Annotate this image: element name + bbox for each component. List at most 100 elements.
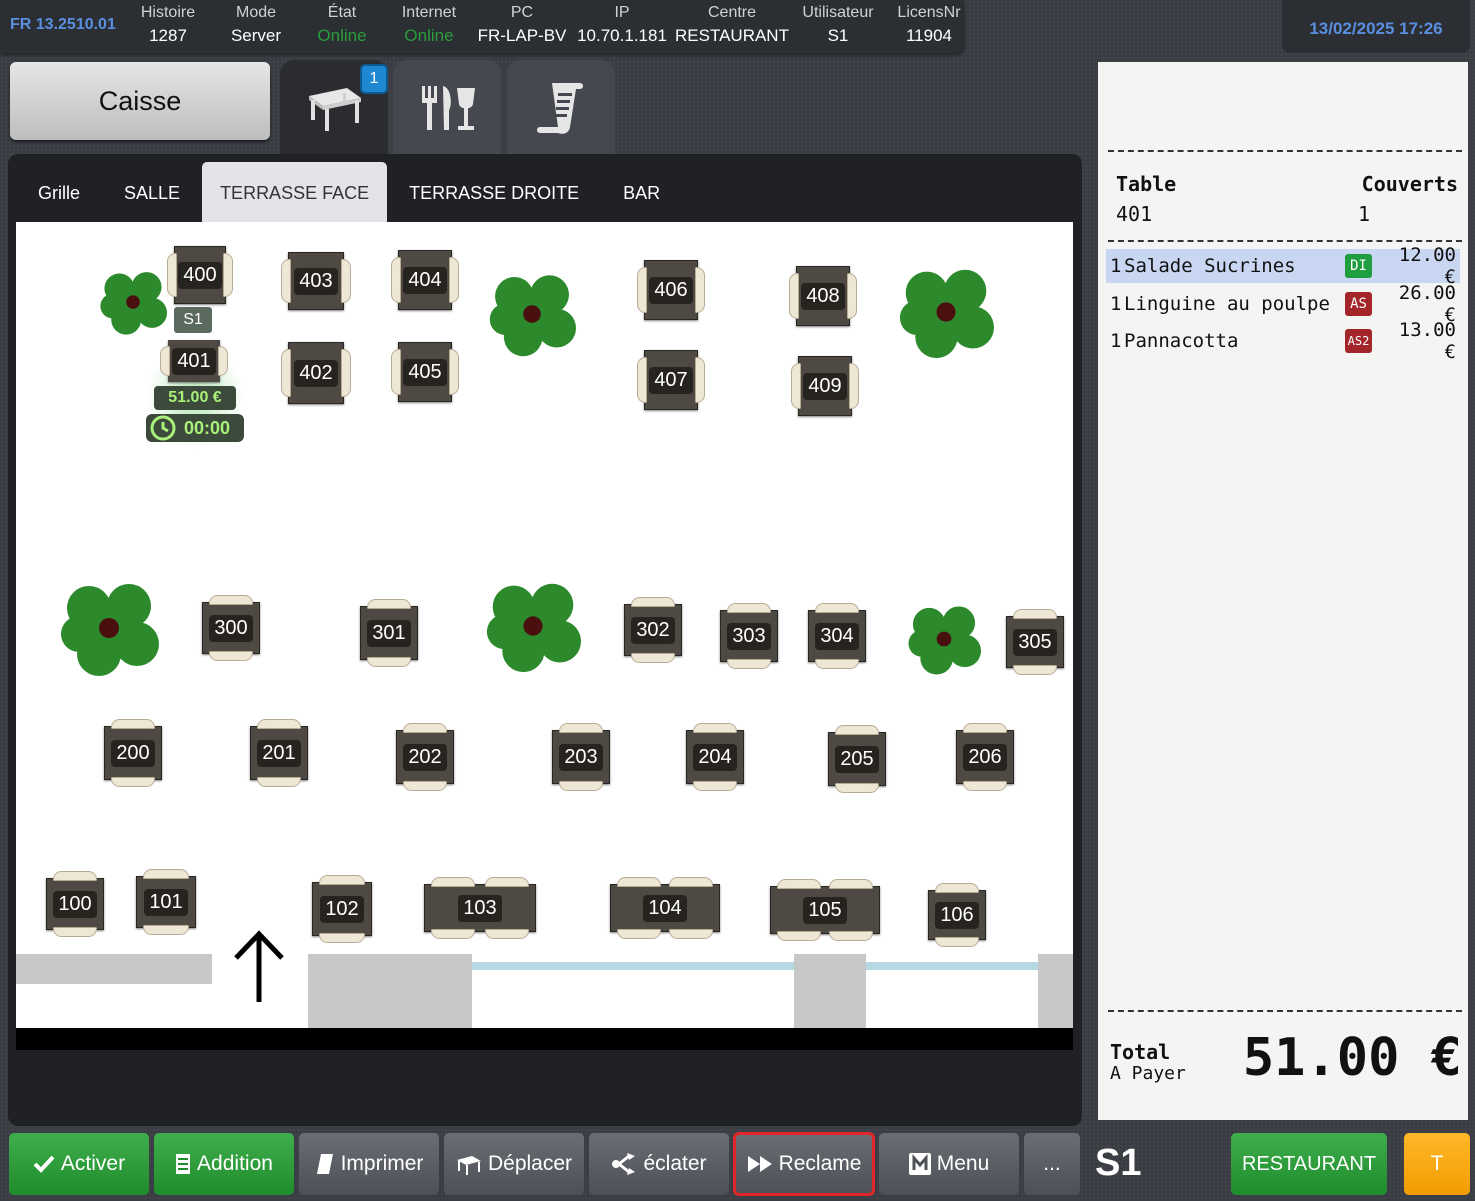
tab-room-bar[interactable]: BAR <box>601 162 682 222</box>
table-400[interactable]: 400 <box>167 246 233 304</box>
table-403[interactable]: 403 <box>281 252 351 310</box>
split-icon <box>612 1153 636 1175</box>
table-number: 106 <box>935 901 979 929</box>
table-timer: 00:00 <box>146 414 244 442</box>
table-number: 401 <box>172 347 216 375</box>
table-number: 101 <box>144 888 188 916</box>
table-302[interactable]: 302 <box>624 597 682 663</box>
table-407[interactable]: 407 <box>637 350 705 410</box>
table-number: 206 <box>963 743 1007 771</box>
table-301[interactable]: 301 <box>360 599 418 667</box>
table-number: 102 <box>320 895 364 923</box>
table-103[interactable]: 103 <box>424 877 536 939</box>
tab-room-salle[interactable]: SALLE <box>102 162 202 222</box>
clock-icon <box>150 415 176 441</box>
table-number: 407 <box>649 366 693 394</box>
table-number: 300 <box>209 614 253 642</box>
table-value: 401 <box>1116 202 1153 226</box>
table-408[interactable]: 408 <box>789 266 857 326</box>
table-amount: 51.00 € <box>154 386 236 410</box>
activer-button[interactable]: Activer <box>9 1133 149 1195</box>
deplacer-button[interactable]: Déplacer <box>444 1133 584 1195</box>
table-number: 303 <box>727 622 771 650</box>
tab-room-terrasse-droite[interactable]: TERRASSE DROITE <box>387 162 601 222</box>
divider <box>1108 150 1462 152</box>
table-201[interactable]: 201 <box>250 719 308 787</box>
cutlery-glass-icon <box>422 86 475 130</box>
imprimer-button[interactable]: Imprimer <box>299 1133 439 1195</box>
table-104[interactable]: 104 <box>610 877 720 939</box>
table-404[interactable]: 404 <box>391 250 459 310</box>
table-203[interactable]: 203 <box>552 723 610 791</box>
table-405[interactable]: 405 <box>391 342 459 402</box>
stat-centre: Centre RESTAURANT <box>675 4 789 45</box>
table-409[interactable]: 409 <box>791 356 859 416</box>
tab-room-grille[interactable]: Grille <box>16 162 102 222</box>
table-401[interactable]: 401 <box>160 340 228 382</box>
table-406[interactable]: 406 <box>637 260 705 320</box>
check-icon <box>33 1155 55 1173</box>
table-number: 202 <box>403 743 447 771</box>
table-number: 204 <box>693 743 737 771</box>
document-icon <box>176 1154 191 1174</box>
tab-receipt[interactable] <box>507 60 615 154</box>
course-tag: AS <box>1345 292 1372 316</box>
version-label: FR 13.2510.01 <box>10 16 116 33</box>
table-number: 301 <box>367 619 411 647</box>
tab-orders[interactable] <box>393 60 501 154</box>
receipt-line[interactable]: 1 Salade Sucrines DI 12.00 € <box>1106 244 1460 288</box>
table-label: Table <box>1116 172 1177 196</box>
restaurant-button[interactable]: RESTAURANT <box>1231 1133 1387 1195</box>
table-number: 302 <box>631 616 675 644</box>
table-101[interactable]: 101 <box>136 869 196 935</box>
table-105[interactable]: 105 <box>770 879 880 941</box>
course-tag: AS2 <box>1345 329 1372 353</box>
wall <box>308 954 472 1028</box>
table-300[interactable]: 300 <box>202 595 260 661</box>
t-button[interactable]: T <box>1404 1133 1470 1195</box>
stat-histoire: Histoire 1287 <box>140 4 196 45</box>
plant-icon <box>489 275 576 357</box>
tab-tables[interactable]: 1 <box>280 60 388 154</box>
table-304[interactable]: 304 <box>808 603 866 669</box>
plant-icon <box>899 269 994 359</box>
more-button[interactable]: ... <box>1024 1133 1080 1195</box>
table-202[interactable]: 202 <box>396 723 454 791</box>
table-305[interactable]: 305 <box>1006 609 1064 675</box>
table-106[interactable]: 106 <box>928 883 986 947</box>
tab-room-terrasse-face[interactable]: TERRASSE FACE <box>202 162 388 222</box>
table-number: 103 <box>458 894 502 922</box>
table-number: 200 <box>111 739 155 767</box>
table-206[interactable]: 206 <box>956 723 1014 791</box>
reclame-button[interactable]: Reclame <box>733 1132 875 1196</box>
divider <box>1108 240 1462 242</box>
plant-icon <box>486 583 581 673</box>
fast-forward-icon <box>747 1156 772 1172</box>
server-tag: S1 <box>174 307 212 333</box>
receipt-line[interactable]: 1 Pannacotta AS2 13.00 € <box>1106 319 1460 363</box>
table-402[interactable]: 402 <box>281 342 351 404</box>
floor-plan: 400 S1 401 51.00 € 00:00 402 403 404 405… <box>16 222 1073 1050</box>
plant-icon <box>908 606 981 675</box>
caisse-button[interactable]: Caisse <box>10 62 270 140</box>
menu-button[interactable]: Menu <box>879 1133 1019 1195</box>
table-102[interactable]: 102 <box>312 875 372 943</box>
table-number: 400 <box>178 261 222 289</box>
table-303[interactable]: 303 <box>720 603 778 669</box>
receipt-panel: Table Couverts 401 1 1 Salade Sucrines D… <box>1098 62 1468 1120</box>
total-value: 51.00 € <box>1242 1028 1462 1088</box>
addition-button[interactable]: Addition <box>154 1133 294 1195</box>
table-number: 404 <box>403 266 447 294</box>
receipt-icon <box>537 83 583 134</box>
table-100[interactable]: 100 <box>46 871 104 937</box>
arrow-up-icon <box>234 930 284 1002</box>
table-200[interactable]: 200 <box>104 719 162 787</box>
table-204[interactable]: 204 <box>686 723 744 791</box>
to-pay-label: A Payer <box>1110 1063 1186 1084</box>
table-205[interactable]: 205 <box>828 725 886 793</box>
divider <box>1108 1010 1462 1012</box>
wall <box>16 954 212 984</box>
eclater-button[interactable]: éclater <box>589 1133 729 1195</box>
stat-mode: Mode Server <box>230 4 282 45</box>
receipt-line[interactable]: 1 Linguine au poulpe AS 26.00 € <box>1106 282 1460 326</box>
